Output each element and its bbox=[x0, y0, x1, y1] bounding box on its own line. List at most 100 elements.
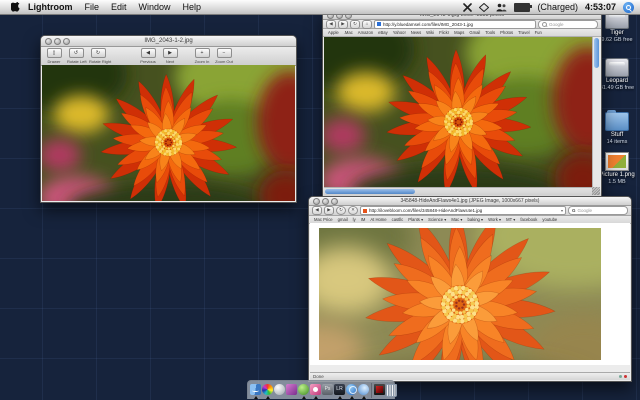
apple-menu-icon[interactable] bbox=[8, 2, 22, 13]
menu-window[interactable]: Window bbox=[139, 2, 171, 12]
rotate-right-button[interactable]: ↻Rotate Right bbox=[89, 48, 107, 64]
bookmark-item[interactable]: facebook bbox=[520, 217, 537, 222]
menu-bar-clock[interactable]: 4:53:07 bbox=[585, 2, 616, 12]
menu-edit[interactable]: Edit bbox=[111, 2, 127, 12]
url-field[interactable]: http://y.bluedamsel.com/files/IMG_2043-1… bbox=[374, 20, 536, 29]
preview-toolbar: ▯Drawer↺Rotate Left↻Rotate Right ◀Previou… bbox=[41, 47, 296, 66]
preview-window[interactable]: IMG_2043-1-2.jpg ▯Drawer↺Rotate Left↻Rot… bbox=[40, 35, 297, 203]
previous-button[interactable]: ◀Previous bbox=[139, 48, 157, 64]
forward-button[interactable]: ▶ bbox=[324, 206, 334, 215]
google-search-field[interactable]: Google bbox=[538, 20, 598, 29]
bookmark-item[interactable]: Mac Price bbox=[314, 217, 333, 222]
running-indicator bbox=[302, 396, 306, 399]
dock-lightroom-icon[interactable]: LR bbox=[334, 383, 345, 398]
dock-photoshop-icon[interactable]: Ps bbox=[322, 383, 333, 398]
resize-grip[interactable] bbox=[592, 187, 600, 195]
vertical-scrollbar[interactable] bbox=[592, 37, 600, 187]
tools-menu-icon[interactable] bbox=[463, 3, 472, 12]
bookmark-item[interactable]: Photos bbox=[500, 30, 513, 35]
stop-button[interactable]: ✕ bbox=[348, 206, 358, 215]
bookmark-item[interactable]: News bbox=[411, 30, 421, 35]
bookmark-item[interactable]: Work ▾ bbox=[488, 217, 501, 222]
bookmark-item[interactable]: Flickr bbox=[439, 30, 449, 35]
dock-trash-icon[interactable] bbox=[386, 383, 397, 398]
active-app-menu[interactable]: Lightroom bbox=[28, 2, 73, 12]
search-icon bbox=[542, 22, 547, 27]
search-placeholder: Google bbox=[549, 22, 564, 27]
image-icon bbox=[605, 152, 629, 171]
zoom-in-button[interactable]: +Zoom In bbox=[193, 48, 211, 64]
forward-button[interactable]: ▶ bbox=[338, 20, 348, 29]
bookmark-item[interactable]: baking ▾ bbox=[468, 217, 484, 222]
status-bar: Done bbox=[310, 372, 630, 380]
user-switching-icon[interactable] bbox=[496, 3, 507, 12]
bookmark-item[interactable]: Wiki bbox=[426, 30, 434, 35]
status-text: Done bbox=[313, 374, 324, 379]
dock-gray-orb-icon[interactable] bbox=[274, 383, 285, 398]
menu-bar: Lightroom File Edit Window Help (Charged) 4… bbox=[0, 0, 640, 15]
bookmark-item[interactable]: Yahoo! bbox=[393, 30, 406, 35]
bookmark-item[interactable]: Plants ▾ bbox=[408, 217, 423, 222]
dock-camino-icon[interactable] bbox=[358, 383, 369, 398]
bookmark-item[interactable]: castllc bbox=[392, 217, 404, 222]
bookmark-item[interactable]: gmail bbox=[338, 217, 348, 222]
reload-button[interactable]: ↻ bbox=[350, 20, 360, 29]
page-favicon bbox=[377, 22, 381, 26]
bookmark-item[interactable]: At Home bbox=[370, 217, 386, 222]
google-search-field[interactable]: G Google bbox=[568, 206, 628, 215]
battery-status[interactable]: (Charged) bbox=[537, 2, 578, 12]
bookmark-item[interactable]: Science ▾ bbox=[428, 217, 446, 222]
bookmark-item[interactable]: MT ▾ bbox=[506, 217, 515, 222]
zoom-out-button[interactable]: −Zoom Out bbox=[215, 48, 233, 64]
menu-help[interactable]: Help bbox=[183, 2, 202, 12]
bookmark-item[interactable]: Tools bbox=[485, 30, 495, 35]
shapes-menu-icon[interactable] bbox=[479, 3, 489, 12]
bookmark-item[interactable]: Apple bbox=[328, 30, 339, 35]
safari-bookmarks-bar: Apple .Mac Amazon eBay Yahoo! News Wiki Flickr M… bbox=[323, 29, 601, 37]
dock-display-icon[interactable] bbox=[374, 383, 385, 398]
menu-file[interactable]: File bbox=[85, 2, 100, 12]
home-button[interactable]: ⌂ bbox=[362, 20, 372, 29]
preview-window-title: IMG_2043-1-2.jpg bbox=[41, 36, 296, 46]
bookmark-item[interactable]: Travel bbox=[518, 30, 529, 35]
dock-finder-icon[interactable] bbox=[250, 383, 261, 398]
url-field[interactable]: http://ilovebloom.com/files/345848-HideA… bbox=[360, 206, 566, 215]
web-page bbox=[310, 223, 630, 365]
dock-safari-icon[interactable] bbox=[346, 383, 357, 398]
bookmark-item[interactable]: .Mac bbox=[344, 30, 353, 35]
spotlight-icon[interactable] bbox=[623, 2, 634, 13]
battery-icon[interactable] bbox=[514, 3, 530, 12]
preview-titlebar[interactable]: IMG_2043-1-2.jpg bbox=[41, 36, 296, 47]
reload-button[interactable]: ↻ bbox=[336, 206, 346, 215]
back-button[interactable]: ◀ bbox=[326, 20, 336, 29]
back-button[interactable]: ◀ bbox=[312, 206, 322, 215]
drawer-button[interactable]: ▯Drawer bbox=[45, 48, 63, 64]
next-button[interactable]: ▶Next bbox=[161, 48, 179, 64]
search-engine-icon[interactable]: G bbox=[572, 208, 576, 213]
bookmark-item[interactable]: Gmail bbox=[469, 30, 480, 35]
bookmark-item[interactable]: Fun bbox=[535, 30, 542, 35]
bookmark-item[interactable]: youtube bbox=[542, 217, 557, 222]
firefox-window[interactable]: 345848-HideAndFlaws4e1.jpg (JPEG Image, … bbox=[308, 196, 632, 382]
running-indicator bbox=[266, 396, 270, 399]
horizontal-scrollbar[interactable] bbox=[324, 187, 600, 195]
bookmark-item[interactable]: ly bbox=[353, 217, 356, 222]
bookmark-item[interactable]: IM bbox=[361, 217, 366, 222]
rotate-left-button[interactable]: ↺Rotate Left bbox=[67, 48, 85, 64]
bookmark-item[interactable]: Amazon bbox=[358, 30, 373, 35]
folder-icon bbox=[605, 112, 629, 131]
dock-green-orb-icon[interactable] bbox=[298, 383, 309, 398]
safari-window[interactable]: IMG_2043-1.jpg 2000×1333 pixels ◀ ▶ ↻ ⌂ … bbox=[322, 10, 602, 197]
url-dropdown-icon[interactable]: ▾ bbox=[561, 208, 563, 213]
disk-icon bbox=[605, 58, 629, 77]
dock-color-wheel-icon[interactable] bbox=[262, 383, 273, 398]
flower-photo-large bbox=[324, 37, 593, 187]
bookmark-item[interactable]: Mac ▾ bbox=[451, 217, 462, 222]
dock-purple-app-icon[interactable] bbox=[286, 383, 297, 398]
bookmark-item[interactable]: Maps bbox=[454, 30, 464, 35]
running-indicator bbox=[338, 396, 342, 399]
dock-pink-app-icon[interactable] bbox=[310, 383, 321, 398]
search-placeholder: Google bbox=[578, 208, 593, 213]
firefox-titlebar[interactable]: 345848-HideAndFlaws4e1.jpg (JPEG Image, … bbox=[309, 197, 631, 206]
bookmark-item[interactable]: eBay bbox=[378, 30, 388, 35]
